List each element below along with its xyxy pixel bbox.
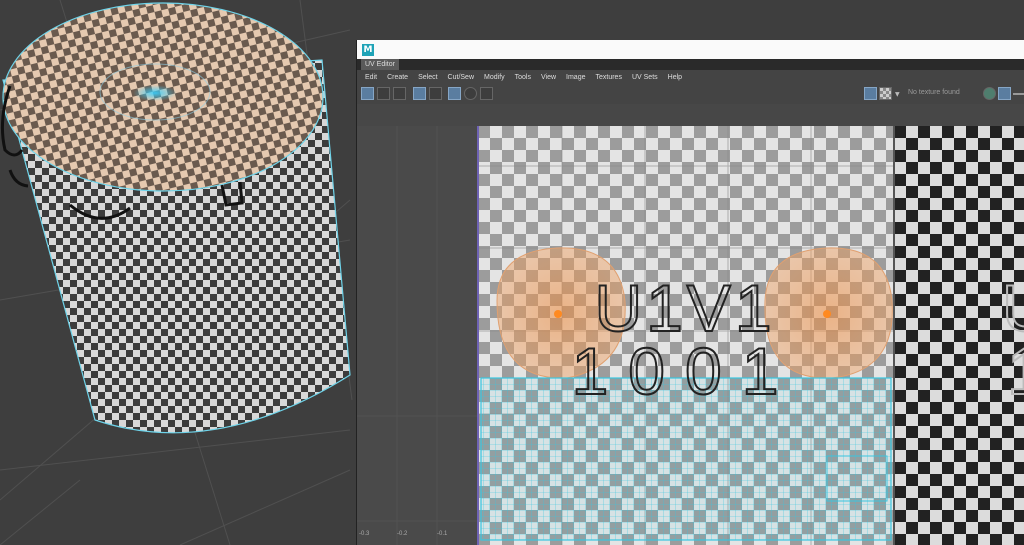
- window-titlebar[interactable]: M: [357, 40, 1024, 59]
- texture-status: No texture found: [908, 89, 960, 96]
- isolate-icon[interactable]: [464, 87, 477, 100]
- cylinder-mesh[interactable]: [0, 2, 351, 434]
- menu-uv-sets[interactable]: UV Sets: [627, 74, 663, 81]
- uv-toolbar: ▼ No texture found: [357, 84, 1024, 105]
- uv-stack-icon[interactable]: [377, 87, 390, 100]
- uv-layout-icon[interactable]: [393, 87, 406, 100]
- menu-tools[interactable]: Tools: [510, 74, 536, 81]
- exposure-slider[interactable]: [1013, 93, 1024, 95]
- menu-image[interactable]: Image: [561, 74, 590, 81]
- checker-toggle-icon[interactable]: [879, 87, 892, 100]
- frame-icon[interactable]: [429, 87, 442, 100]
- axis-tick-label: -0.2: [397, 531, 408, 537]
- next-tile-udim-label: 1: [1007, 334, 1024, 408]
- uv-shell-pivot: [823, 310, 831, 318]
- rgb-channels-icon[interactable]: [998, 87, 1011, 100]
- uv-texture-view[interactable]: U1V1 1001 U 1: [357, 126, 1024, 545]
- menu-view[interactable]: View: [536, 74, 561, 81]
- uv-negative-space: [357, 126, 478, 545]
- uv-tile-udim-label: 1001: [572, 334, 799, 408]
- menu-help[interactable]: Help: [663, 74, 687, 81]
- menu-textures[interactable]: Textures: [591, 74, 627, 81]
- menu-bar: Edit Create Select Cut/Sew Modify Tools …: [357, 70, 1024, 84]
- axis-tick-label: -0.3: [359, 531, 370, 537]
- uv-editor-window[interactable]: M UV Editor Edit Create Select Cut/Sew M…: [356, 40, 1024, 545]
- menu-edit[interactable]: Edit: [360, 74, 382, 81]
- tab-uv-editor[interactable]: UV Editor: [361, 59, 399, 70]
- tab-strip: UV Editor: [357, 59, 1024, 70]
- chevron-down-icon[interactable]: ▼: [895, 91, 900, 98]
- menu-select[interactable]: Select: [413, 74, 442, 81]
- exposure-icon[interactable]: [983, 87, 996, 100]
- menu-cut-sew[interactable]: Cut/Sew: [443, 74, 479, 81]
- uv-ruler-bar: [357, 104, 1024, 127]
- snapshot-icon[interactable]: [480, 87, 493, 100]
- display-toggle-icon[interactable]: [448, 87, 461, 100]
- maya-logo-icon: M: [362, 43, 374, 56]
- menu-create[interactable]: Create: [382, 74, 413, 81]
- uv-shell-mode-icon[interactable]: [361, 87, 374, 100]
- image-display-icon[interactable]: [864, 87, 877, 100]
- grid-toggle-icon[interactable]: [413, 87, 426, 100]
- axis-tick-label: -0.1: [437, 531, 448, 537]
- menu-modify[interactable]: Modify: [479, 74, 510, 81]
- uv-shell-pivot: [554, 310, 562, 318]
